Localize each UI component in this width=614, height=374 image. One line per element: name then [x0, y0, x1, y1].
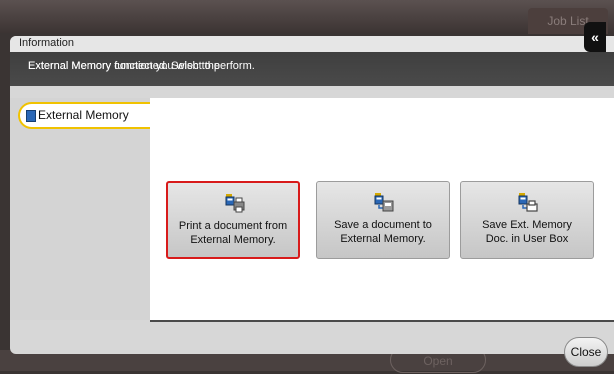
dialog-content: External Memory Print a document from Ex… [10, 88, 614, 356]
print-from-memory-line2: External Memory. [190, 234, 276, 246]
close-button[interactable]: Close [564, 337, 608, 367]
print-from-memory-line1: Print a document from [178, 220, 288, 232]
save-to-memory-line1: Save a document to [334, 219, 432, 231]
tab-external-memory[interactable]: External Memory [18, 102, 158, 129]
save-to-memory-button[interactable]: Save a document to External Memory. [316, 181, 450, 259]
tab-external-memory-label: External Memory [38, 108, 129, 122]
save-to-userbox-icon [518, 193, 538, 212]
save-to-userbox-button[interactable]: Save Ext. Memory Doc. in User Box [460, 181, 594, 259]
double-chevron-left-icon[interactable]: « [584, 22, 606, 52]
save-to-userbox-line1: Save Ext. Memory [482, 219, 572, 231]
dialog-title: Information [19, 37, 75, 49]
dialog-message-bar: External Memory connected. Select the Ex… [10, 52, 614, 86]
memory-card-icon [26, 110, 36, 122]
function-sidebar [10, 98, 150, 320]
save-to-userbox-line2: Doc. in User Box [485, 233, 569, 245]
print-from-memory-button[interactable]: Print a document from External Memory. [166, 181, 300, 259]
dialog-title-bar: Information [10, 36, 614, 52]
print-from-memory-icon [225, 194, 245, 213]
save-to-memory-icon [374, 193, 394, 212]
information-dialog: Information External Memory connected. S… [10, 36, 614, 354]
save-to-memory-line2: External Memory. [340, 233, 426, 245]
dialog-message-line2: External Memory function you wish to per… [28, 60, 255, 72]
background-top-bar [0, 0, 614, 33]
